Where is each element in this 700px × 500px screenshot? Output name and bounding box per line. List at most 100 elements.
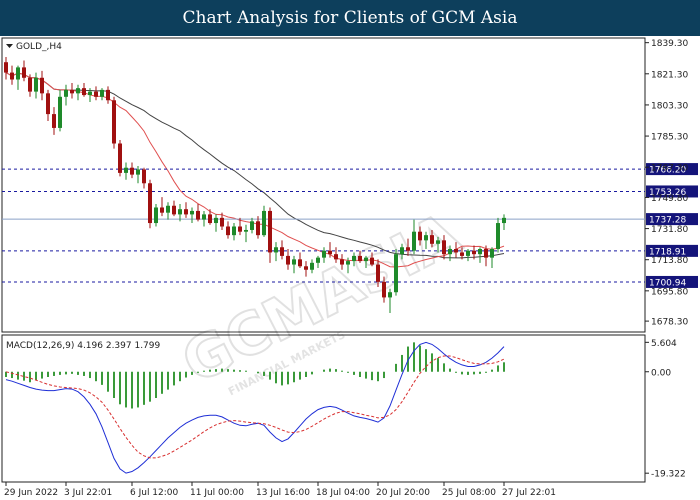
candle-bear bbox=[70, 89, 74, 94]
time-tick-label: 18 Jul 04:00 bbox=[316, 488, 370, 498]
candle-bear bbox=[304, 266, 308, 270]
candle-bear bbox=[340, 259, 344, 265]
candle-bear bbox=[82, 88, 86, 96]
chart: GCMASIA FINANCIAL MARKETS 1766.201753.26… bbox=[0, 36, 700, 500]
candle-bull bbox=[436, 240, 440, 244]
candle-bear bbox=[46, 93, 50, 115]
candle-bear bbox=[184, 209, 188, 215]
price-tick-label: 1821.30 bbox=[651, 70, 688, 80]
candle-bull bbox=[202, 214, 206, 220]
candle-bear bbox=[370, 257, 374, 265]
time-tick-label: 27 Jul 22:01 bbox=[502, 488, 556, 498]
candle-bull bbox=[100, 89, 104, 97]
candle-bull bbox=[316, 257, 320, 263]
candle-bear bbox=[28, 77, 32, 92]
candle-bear bbox=[280, 247, 284, 256]
price-tick-label: 1767.30 bbox=[651, 164, 688, 174]
candle-bull bbox=[346, 261, 350, 265]
time-tick-label: 6 Jul 12:00 bbox=[130, 488, 179, 498]
candle-bear bbox=[130, 167, 134, 175]
candle-bear bbox=[238, 226, 242, 232]
time-tick-label: 13 Jul 16:00 bbox=[256, 488, 310, 498]
time-tick-label: 20 Jul 20:00 bbox=[376, 488, 430, 498]
candle-bull bbox=[412, 231, 416, 251]
price-tick-label: 1731.80 bbox=[651, 225, 688, 235]
candle-bear bbox=[286, 255, 290, 265]
candle-bull bbox=[244, 229, 248, 232]
candle-bear bbox=[10, 72, 14, 80]
candle-bear bbox=[142, 169, 146, 184]
candle-bear bbox=[148, 183, 152, 224]
indicator-tick-label: -19.322 bbox=[651, 470, 686, 480]
candle-bear bbox=[52, 114, 56, 128]
candle-bear bbox=[220, 217, 224, 227]
symbol-label: GOLD_,H4 bbox=[16, 42, 62, 52]
indicator-tick-label: 0.00 bbox=[651, 368, 671, 378]
candle-bear bbox=[160, 207, 164, 213]
candle-bull bbox=[178, 209, 182, 215]
candle-bull bbox=[88, 91, 92, 96]
candle-bear bbox=[328, 250, 332, 255]
price-tick-label: 1803.30 bbox=[651, 101, 688, 111]
price-tick-label: 1785.30 bbox=[651, 133, 688, 143]
time-tick-label: 29 Jun 2022 bbox=[4, 488, 58, 498]
candle-bull bbox=[478, 248, 482, 255]
candle-bear bbox=[472, 250, 476, 255]
candle-bear bbox=[112, 100, 116, 144]
candle-bull bbox=[34, 77, 38, 92]
price-tick-label: 1695.80 bbox=[651, 287, 688, 297]
candle-bear bbox=[376, 264, 380, 282]
candle-bull bbox=[400, 247, 404, 255]
candle-bull bbox=[424, 235, 428, 241]
candle-bear bbox=[382, 281, 386, 298]
candle-bull bbox=[388, 292, 392, 298]
candle-bull bbox=[250, 221, 254, 230]
candle-bear bbox=[484, 248, 488, 258]
candle-bear bbox=[454, 248, 458, 253]
candle-bull bbox=[466, 250, 470, 256]
candle-bear bbox=[406, 247, 410, 251]
candle-bear bbox=[208, 214, 212, 224]
candle-bull bbox=[136, 169, 140, 175]
candle-bull bbox=[364, 257, 368, 262]
candle-bull bbox=[154, 207, 158, 224]
candle-bear bbox=[226, 226, 230, 236]
candle-bull bbox=[16, 67, 20, 80]
candle-bull bbox=[394, 254, 398, 293]
price-tick-label: 1839.30 bbox=[651, 39, 688, 49]
candle-bull bbox=[166, 205, 170, 213]
candle-bull bbox=[190, 210, 194, 215]
candle-bear bbox=[256, 221, 260, 236]
candle-bear bbox=[106, 89, 110, 101]
candle-bull bbox=[352, 255, 356, 262]
candle-bull bbox=[502, 217, 506, 224]
candle-bull bbox=[76, 88, 80, 94]
candle-bear bbox=[22, 67, 26, 78]
candle-bull bbox=[310, 262, 314, 270]
candle-bear bbox=[442, 240, 446, 255]
candle-bull bbox=[64, 89, 68, 97]
time-tick-label: 25 Jul 08:00 bbox=[442, 488, 496, 498]
candle-bear bbox=[4, 62, 8, 73]
candle-bear bbox=[196, 210, 200, 220]
indicator-tick-label: 5.604 bbox=[651, 339, 677, 349]
candle-bull bbox=[232, 226, 236, 236]
price-tick-label: 1678.30 bbox=[651, 318, 688, 328]
indicator-label: MACD(12,26,9) 4.196 2.397 1.799 bbox=[6, 341, 161, 351]
price-tick-label: 1713.80 bbox=[651, 256, 688, 266]
candle-bear bbox=[298, 259, 302, 267]
candle-bull bbox=[322, 250, 326, 258]
candle-bull bbox=[214, 217, 218, 224]
page-title: Chart Analysis for Clients of GCM Asia bbox=[0, 0, 700, 36]
candle-bull bbox=[448, 248, 452, 255]
candle-bear bbox=[118, 143, 122, 173]
candle-bull bbox=[262, 210, 266, 236]
candle-bull bbox=[292, 259, 296, 265]
candle-bear bbox=[94, 91, 98, 97]
candle-bear bbox=[430, 235, 434, 244]
candle-bull bbox=[274, 247, 278, 253]
candle-bear bbox=[40, 77, 44, 94]
candle-bull bbox=[490, 248, 494, 258]
time-tick-label: 3 Jul 22:01 bbox=[64, 488, 112, 498]
candle-bear bbox=[460, 252, 464, 256]
